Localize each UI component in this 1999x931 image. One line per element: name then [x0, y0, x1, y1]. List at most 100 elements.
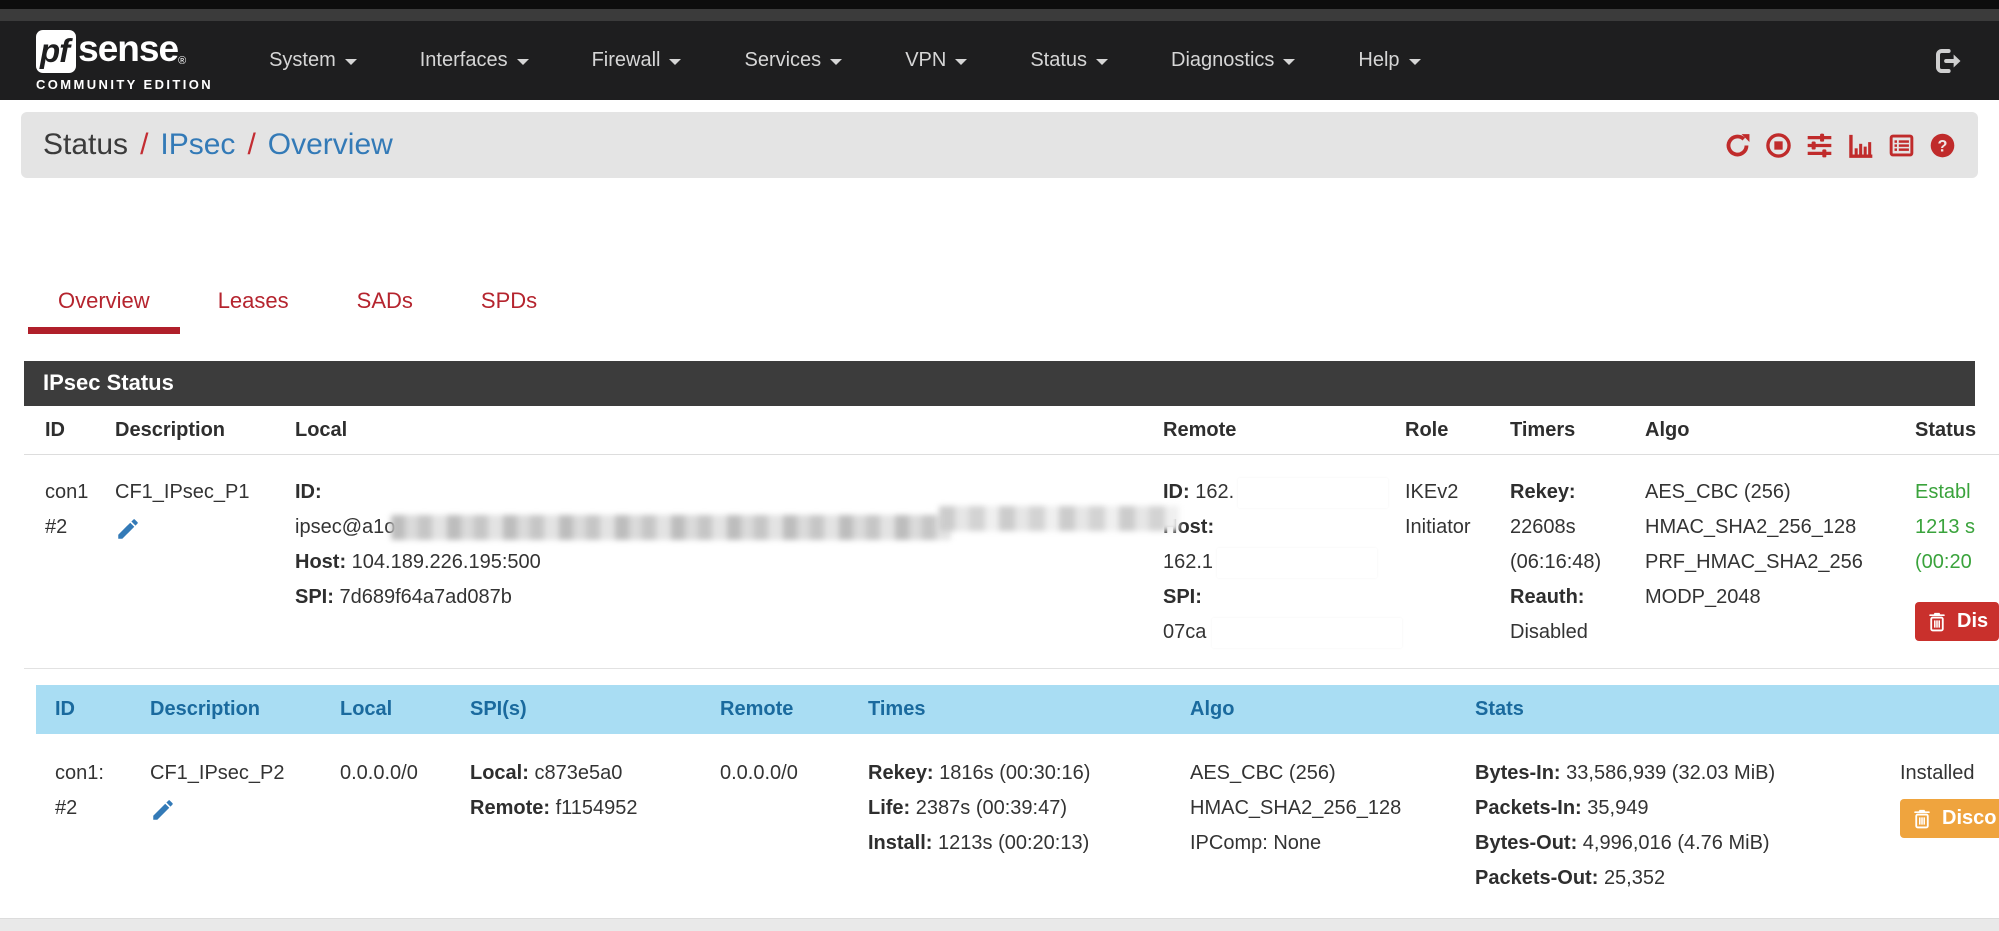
cell-spis: Local: c873e5a0 Remote: f1154952: [460, 734, 710, 912]
logo-subtitle: COMMUNITY EDITION: [36, 77, 213, 92]
cell-timers: Rekey: 22608s (06:16:48) Reauth: Disable…: [1500, 455, 1635, 669]
cell-description: CF1_IPsec_P1: [105, 455, 285, 669]
breadcrumb-separator: /: [140, 128, 148, 162]
col-times: Times: [858, 685, 1180, 734]
status-established: Establ: [1915, 475, 1999, 510]
menu-firewall[interactable]: Firewall: [592, 49, 682, 72]
chevron-down-icon: [1283, 59, 1295, 65]
page-bottom-strip: [0, 918, 1999, 931]
col-stats: Stats: [1465, 685, 1890, 734]
trash-icon: [1911, 808, 1933, 830]
p2-header-row: ID Description Local SPI(s) Remote Times…: [36, 685, 1999, 734]
menu-vpn[interactable]: VPN: [905, 49, 967, 72]
top-navbar: pf sense ® COMMUNITY EDITION System Inte…: [0, 21, 1999, 100]
p1-header-row: ID Description Local Remote Role Timers …: [24, 406, 1999, 455]
pf-logo-box: pf: [36, 30, 76, 73]
child-sa-section: ID Description Local SPI(s) Remote Times…: [36, 685, 1975, 912]
col-algo: Algo: [1180, 685, 1465, 734]
window-title-strip: [0, 9, 1999, 21]
edit-icon[interactable]: [150, 797, 176, 823]
col-role: Role: [1395, 406, 1500, 455]
col-id: ID: [36, 685, 140, 734]
trash-icon: [1926, 611, 1948, 633]
redacted-text: [391, 515, 951, 540]
svg-text:?: ?: [1938, 137, 1948, 155]
tab-leases[interactable]: Leases: [188, 274, 319, 334]
tab-overview[interactable]: Overview: [28, 274, 180, 334]
tab-sads[interactable]: SADs: [327, 274, 443, 334]
cell-times: Rekey: 1816s (00:30:16) Life: 2387s (00:…: [858, 734, 1180, 912]
panel-title: IPsec Status: [24, 361, 1975, 406]
col-local: Local: [285, 406, 1153, 455]
chevron-down-icon: [517, 59, 529, 65]
edit-icon[interactable]: [115, 516, 141, 542]
breadcrumb-link-ipsec[interactable]: IPsec: [160, 128, 235, 162]
ipsec-p2-table: ID Description Local SPI(s) Remote Times…: [36, 685, 1999, 912]
menu-diagnostics[interactable]: Diagnostics: [1171, 49, 1295, 72]
bar-chart-icon[interactable]: [1847, 132, 1874, 159]
redacted-text: [1212, 618, 1402, 648]
col-id: ID: [24, 406, 105, 455]
breadcrumb: Status / IPsec / Overview: [21, 112, 1978, 178]
cell-id: con1 #2: [24, 455, 105, 669]
tab-spds[interactable]: SPDs: [451, 274, 567, 334]
cell-id: con1: #2: [36, 734, 140, 912]
disconnect-child-button[interactable]: Disco: [1900, 799, 1999, 838]
col-timers: Timers: [1500, 406, 1635, 455]
col-remote: Remote: [1153, 406, 1395, 455]
chevron-down-icon: [955, 59, 967, 65]
status-list-icon[interactable]: [1888, 132, 1915, 159]
col-algo: Algo: [1635, 406, 1905, 455]
chevron-down-icon: [1409, 59, 1421, 65]
breadcrumb-root: Status: [43, 128, 128, 162]
menu-help[interactable]: Help: [1358, 49, 1420, 72]
logo-sense-text: sense: [78, 30, 178, 67]
window-top-strip: [0, 0, 1999, 9]
redacted-text: [1238, 478, 1388, 508]
col-actions: [1890, 685, 1999, 734]
chevron-down-icon: [345, 59, 357, 65]
sliders-icon[interactable]: [1806, 132, 1833, 159]
pfsense-logo[interactable]: pf sense ® COMMUNITY EDITION: [36, 30, 213, 92]
stop-circle-icon[interactable]: [1765, 132, 1792, 159]
page-action-icons: ?: [1724, 132, 1956, 159]
menu-status[interactable]: Status: [1030, 49, 1108, 72]
cell-role: IKEv2 Initiator: [1395, 455, 1500, 669]
breadcrumb-link-overview[interactable]: Overview: [268, 128, 393, 162]
col-spis: SPI(s): [460, 685, 710, 734]
cell-remote: 0.0.0.0/0: [710, 734, 858, 912]
col-description: Description: [105, 406, 285, 455]
cell-stats: Bytes-In: 33,586,939 (32.03 MiB) Packets…: [1465, 734, 1890, 912]
tab-bar: Overview Leases SADs SPDs: [28, 274, 1999, 334]
cell-local: ID: ipsec@a1o Host: 104.189.226.195:500 …: [285, 455, 1153, 669]
redacted-text: [939, 506, 1179, 531]
sign-out-icon: [1933, 46, 1963, 76]
table-row-p1: con1 #2 CF1_IPsec_P1 ID: ipsec@a1o Host:…: [24, 455, 1999, 669]
main-menu: System Interfaces Firewall Services VPN …: [269, 49, 1420, 72]
cell-status: Establ 1213 s (00:20 Dis: [1905, 455, 1999, 669]
cell-description: CF1_IPsec_P2: [140, 734, 330, 912]
menu-system[interactable]: System: [269, 49, 357, 72]
disconnect-button[interactable]: Dis: [1915, 602, 1999, 641]
cell-local: 0.0.0.0/0: [330, 734, 460, 912]
chevron-down-icon: [669, 59, 681, 65]
status-installed: Installed: [1900, 756, 1999, 791]
cell-remote: ID: 162. Host: 162.1 SPI: 07ca: [1153, 455, 1395, 669]
ipsec-status-panel: IPsec Status ID Description Local Remote…: [24, 361, 1975, 912]
chevron-down-icon: [830, 59, 842, 65]
ipsec-p1-table: ID Description Local Remote Role Timers …: [24, 406, 1999, 669]
logout-button[interactable]: [1933, 46, 1963, 76]
help-icon[interactable]: ?: [1929, 132, 1956, 159]
table-row-p2: con1: #2 CF1_IPsec_P2 0.0.0.0/0 Local: c…: [36, 734, 1999, 912]
menu-interfaces[interactable]: Interfaces: [420, 49, 529, 72]
cell-algo: AES_CBC (256) HMAC_SHA2_256_128 PRF_HMAC…: [1635, 455, 1905, 669]
registered-mark: ®: [178, 56, 186, 67]
breadcrumb-separator: /: [247, 128, 255, 162]
cell-actions: Installed Disco: [1890, 734, 1999, 912]
cell-algo: AES_CBC (256) HMAC_SHA2_256_128 IPComp: …: [1180, 734, 1465, 912]
chevron-down-icon: [1096, 59, 1108, 65]
refresh-icon[interactable]: [1724, 132, 1751, 159]
col-status: Status: [1905, 406, 1999, 455]
col-local: Local: [330, 685, 460, 734]
menu-services[interactable]: Services: [744, 49, 842, 72]
